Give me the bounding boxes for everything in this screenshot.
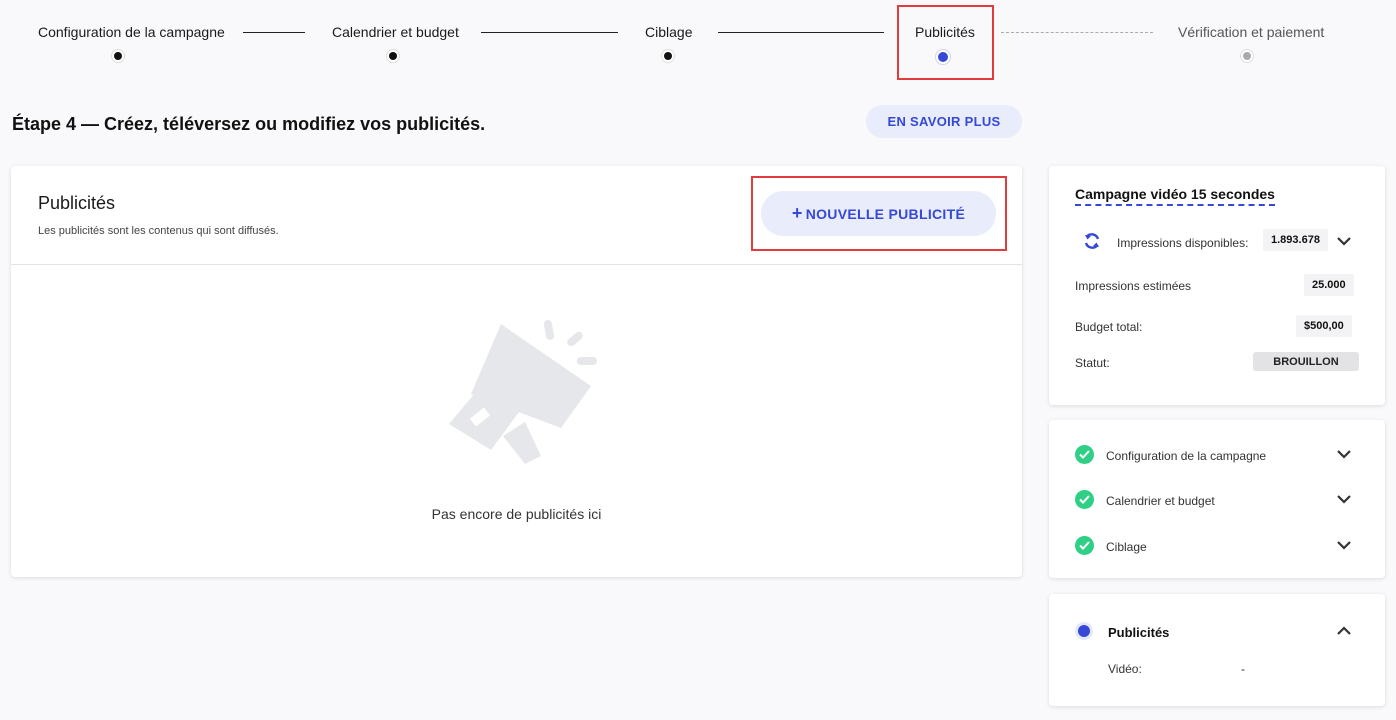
campaign-name[interactable]: Campagne vidéo 15 secondes <box>1075 186 1275 206</box>
chevron-down-icon[interactable] <box>1336 491 1352 507</box>
status-badge: BROUILLON <box>1253 352 1359 371</box>
step-dot-targeting <box>664 52 672 60</box>
step-dot-review-payment <box>1243 52 1251 60</box>
empty-state-text: Pas encore de publicités ici <box>431 506 602 522</box>
step-connector <box>481 32 618 33</box>
total-budget-label: Budget total: <box>1075 320 1143 334</box>
new-ad-button[interactable]: + NOUVELLE PUBLICITÉ <box>761 191 996 236</box>
step-dot-ads <box>938 52 948 62</box>
check-icon <box>1075 490 1094 509</box>
step-label-calendar[interactable]: Calendrier et budget <box>332 24 459 40</box>
chevron-up-icon[interactable] <box>1336 623 1352 639</box>
video-label: Vidéo: <box>1108 662 1142 676</box>
status-label: Statut: <box>1075 356 1110 370</box>
step-connector <box>1001 32 1153 33</box>
step-label-ads[interactable]: Publicités <box>915 24 975 40</box>
chevron-down-icon[interactable] <box>1336 446 1352 462</box>
chevron-down-icon[interactable] <box>1336 233 1352 249</box>
estimated-impressions-label: Impressions estimées <box>1075 279 1192 293</box>
current-section-title: Publicités <box>1108 625 1170 640</box>
current-step-dot <box>1078 625 1090 637</box>
completed-steps-card: Configuration de la campagne Calendrier … <box>1049 420 1385 578</box>
check-icon <box>1075 536 1094 555</box>
ads-panel-subtitle: Les publicités sont les contenus qui son… <box>38 225 279 237</box>
campaign-summary-card: Campagne vidéo 15 secondes Impressions d… <box>1049 166 1385 405</box>
page-title: Étape 4 — Créez, téléversez ou modifiez … <box>12 114 486 134</box>
ads-panel: Publicités Les publicités sont les conte… <box>11 166 1022 577</box>
step-label-review-payment[interactable]: Vérification et paiement <box>1178 24 1324 40</box>
current-step-highlight <box>897 5 994 80</box>
estimated-impressions-value: 25.000 <box>1304 274 1354 296</box>
video-value: - <box>1241 662 1245 676</box>
available-impressions-value: 1.893.678 <box>1263 229 1328 251</box>
completed-step-label: Ciblage <box>1106 540 1147 554</box>
ads-panel-title: Publicités <box>38 193 116 213</box>
refresh-icon[interactable] <box>1082 231 1102 251</box>
completed-step-label: Calendrier et budget <box>1106 494 1215 508</box>
step-label-targeting[interactable]: Ciblage <box>645 24 692 40</box>
new-ad-label: NOUVELLE PUBLICITÉ <box>805 205 966 222</box>
megaphone-icon <box>449 320 597 464</box>
step-dot-configuration <box>114 52 122 60</box>
step-dot-calendar <box>389 52 397 60</box>
available-impressions-label: Impressions disponibles: <box>1117 236 1249 250</box>
step-label-configuration[interactable]: Configuration de la campagne <box>38 24 225 40</box>
plus-icon: + <box>791 203 803 223</box>
learn-more-button[interactable]: EN SAVOIR PLUS <box>866 105 1022 138</box>
completed-step-label: Configuration de la campagne <box>1106 449 1267 463</box>
chevron-down-icon[interactable] <box>1336 537 1352 553</box>
current-section-card: Publicités Vidéo: - <box>1049 594 1385 706</box>
total-budget-value: $500,00 <box>1296 315 1352 337</box>
panel-divider <box>11 264 1022 265</box>
check-icon <box>1075 445 1094 464</box>
step-connector <box>243 32 305 33</box>
step-connector <box>718 32 884 33</box>
